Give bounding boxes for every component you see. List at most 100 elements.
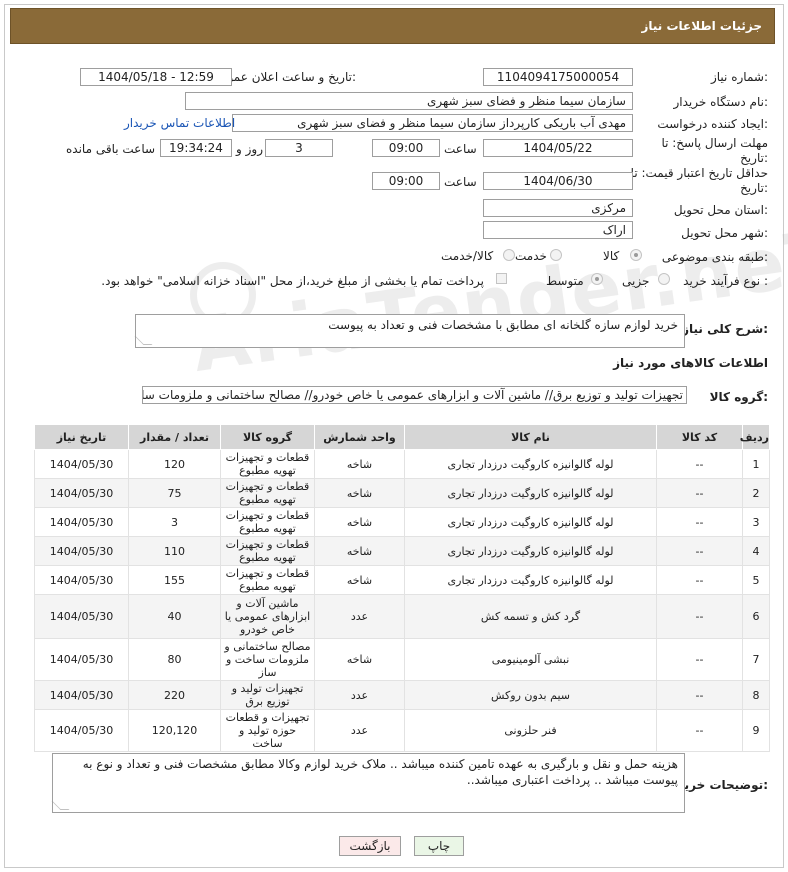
cell-row-number: 5 (742, 565, 770, 595)
category-option-both: کالا/خدمت (441, 249, 494, 263)
cell-item-name: لوله گالوانیزه کاروگیت درزدار تجاری (404, 565, 657, 595)
cell-row-number: 4 (742, 536, 770, 566)
price-time-field: 09:00 (372, 172, 440, 190)
col-header-unit: واحد شمارش (314, 424, 405, 450)
cell-unit: شاخه (314, 638, 405, 681)
cell-group: قطعات و تجهیزات تهویه مطبوع (220, 449, 315, 479)
table-row: 1 -- لوله گالوانیزه کاروگیت درزدار تجاری شا… (34, 449, 770, 479)
reply-time-label: ساعت (444, 142, 477, 156)
goods-info-title: اطلاعات کالاهای مورد نیاز (613, 356, 768, 370)
buyer-notes-textarea[interactable]: هزینه حمل و نقل و بارگیری به عهده تامین … (51, 753, 685, 813)
cell-unit: شاخه (314, 565, 405, 595)
col-header-item-name: نام کالا (404, 424, 657, 450)
table-row: 2 -- لوله گالوانیزه کاروگیت درزدار تجاری شا… (34, 478, 770, 508)
items-table: ردیف کد کالا نام کالا واحد شمارش گروه کا… (34, 424, 770, 752)
cell-item-code: -- (656, 507, 743, 537)
cell-item-name: فنر حلزونی (404, 709, 657, 752)
cell-group: تجهیزات تولید و توزیع برق (220, 680, 315, 710)
cell-need-date: 1404/05/30 (34, 507, 129, 537)
cell-need-date: 1404/05/30 (34, 536, 129, 566)
resize-handle-icon[interactable] (51, 801, 70, 810)
resize-handle-icon[interactable] (134, 336, 153, 345)
cell-group: قطعات و تجهیزات تهویه مطبوع (220, 565, 315, 595)
cell-quantity: 110 (128, 536, 221, 566)
cell-group: ماشین آلات و ابزارهای عمومی یا خاص خودرو (220, 594, 315, 639)
cell-item-code: -- (656, 680, 743, 710)
buyer-label: نام دستگاه خریدار: (673, 95, 769, 109)
cell-group: قطعات و تجهیزات تهویه مطبوع (220, 478, 315, 508)
remaining-time-field: 19:34:24 (160, 139, 232, 157)
buyer-notes-text: هزینه حمل و نقل و بارگیری به عهده تامین … (82, 757, 678, 787)
cell-quantity: 155 (128, 565, 221, 595)
cell-row-number: 9 (742, 709, 770, 752)
process-radio-minor[interactable] (658, 273, 670, 285)
cell-need-date: 1404/05/30 (34, 478, 129, 508)
goods-group-field: تجهیزات تولید و توزیع برق// ماشین آلات و… (142, 386, 687, 404)
reply-deadline-label: مهلت ارسال پاسخ: تا تاریخ: (661, 136, 768, 165)
announce-field: 1404/05/18 - 12:59 (80, 68, 232, 86)
cell-row-number: 1 (742, 449, 770, 479)
back-button[interactable]: بازگشت (339, 836, 401, 856)
cell-need-date: 1404/05/30 (34, 565, 129, 595)
cell-item-code: -- (656, 536, 743, 566)
remaining-time-label: ساعت باقی مانده (66, 142, 156, 156)
cell-unit: عدد (314, 594, 405, 639)
cell-item-code: -- (656, 565, 743, 595)
days-label: روز و (236, 142, 263, 156)
cell-quantity: 75 (128, 478, 221, 508)
category-radio-both[interactable] (503, 249, 515, 261)
cell-row-number: 2 (742, 478, 770, 508)
page-title: جزئیات اطلاعات نیاز (641, 19, 762, 33)
cell-group: قطعات و تجهیزات تهویه مطبوع (220, 507, 315, 537)
table-row: 5 -- لوله گالوانیزه کاروگیت درزدار تجاری شا… (34, 565, 770, 595)
goods-group-label: گروه کالا: (709, 390, 768, 404)
table-row: 3 -- لوله گالوانیزه کاروگیت درزدار تجاری شا… (34, 507, 770, 537)
cell-group: مصالح ساختمانی و ملزومات ساخت و ساز (220, 638, 315, 681)
cell-group: قطعات و تجهیزات تهویه مطبوع (220, 536, 315, 566)
cell-item-name: گرد کش و تسمه کش (404, 594, 657, 639)
cell-item-name: لوله گالوانیزه کاروگیت درزدار تجاری (404, 507, 657, 537)
price-time-label: ساعت (444, 175, 477, 189)
table-row: 6 -- گرد کش و تسمه کش عدد ماشین آلات و ابزار… (34, 594, 770, 639)
cell-need-date: 1404/05/30 (34, 449, 129, 479)
reply-time-field: 09:00 (372, 139, 440, 157)
cell-item-code: -- (656, 594, 743, 639)
category-radio-goods[interactable] (630, 249, 642, 261)
creator-field: مهدی آب باریکی کارپرداز سازمان سیما منظر… (232, 114, 633, 132)
buyer-field: سازمان سیما منظر و فضای سبز شهری (185, 92, 633, 110)
cell-group: تجهیزات و قطعات حوزه تولید و ساخت (220, 709, 315, 752)
treasury-payment-checkbox[interactable] (496, 273, 507, 284)
cell-item-code: -- (656, 478, 743, 508)
table-row: 7 -- نبشی آلومینیومی شاخه مصالح ساختمانی و م… (34, 638, 770, 681)
cell-need-date: 1404/05/30 (34, 638, 129, 681)
price-date-field: 1404/06/30 (483, 172, 633, 190)
cell-quantity: 80 (128, 638, 221, 681)
category-radio-service[interactable] (550, 249, 562, 261)
print-button[interactable]: چاپ (414, 836, 464, 856)
table-row: 8 -- سیم بدون روکش عدد تجهیزات تولید و توزیع… (34, 680, 770, 710)
cell-row-number: 6 (742, 594, 770, 639)
treasury-payment-note: پرداخت تمام یا بخشی از مبلغ خرید،از محل … (101, 274, 484, 288)
process-radio-medium[interactable] (591, 273, 603, 285)
cell-item-name: سیم بدون روکش (404, 680, 657, 710)
cell-unit: شاخه (314, 478, 405, 508)
buyer-contact-link[interactable]: اطلاعات تماس خریدار (124, 116, 235, 130)
need-number-field: 1104094175000054 (483, 68, 633, 86)
category-label: طبقه بندی موضوعی: (661, 250, 768, 264)
process-label: نوع فرآیند خرید : (683, 274, 768, 288)
reply-date-field: 1404/05/22 (483, 139, 633, 157)
province-label: استان محل تحویل: (673, 203, 768, 217)
city-field: اراک (483, 221, 633, 239)
cell-item-name: لوله گالوانیزه کاروگیت درزدار تجاری (404, 478, 657, 508)
city-label: شهر محل تحویل: (681, 226, 768, 240)
description-text: خرید لوازم سازه گلخانه ای مطابق با مشخصا… (328, 318, 678, 332)
cell-item-code: -- (656, 449, 743, 479)
cell-unit: شاخه (314, 507, 405, 537)
description-textarea[interactable]: خرید لوازم سازه گلخانه ای مطابق با مشخصا… (134, 314, 685, 348)
col-header-quantity: تعداد / مقدار (128, 424, 221, 450)
process-option-minor: جزیی (622, 274, 650, 288)
cell-item-code: -- (656, 709, 743, 752)
table-row: 4 -- لوله گالوانیزه کاروگیت درزدار تجاری شا… (34, 536, 770, 566)
cell-item-name: لوله گالوانیزه کاروگیت درزدار تجاری (404, 536, 657, 566)
col-header-group: گروه کالا (220, 424, 315, 450)
